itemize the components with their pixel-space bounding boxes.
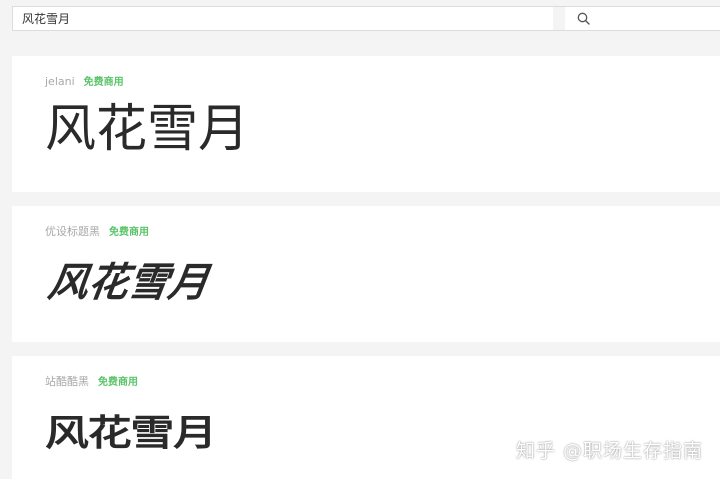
font-preview-text: 风花雪月 (45, 260, 212, 306)
font-preview-text: 风花雪月 (45, 413, 217, 454)
search-icon (577, 12, 590, 25)
font-name[interactable]: 优设标题黑 (45, 223, 100, 239)
font-result-card[interactable]: jelani 免费商用 风花雪月 (12, 56, 720, 192)
search-bar (12, 6, 720, 31)
font-meta: 优设标题黑 免费商用 (45, 223, 149, 239)
search-divider (553, 7, 565, 30)
font-meta: 站酷酷黑 免费商用 (45, 373, 138, 389)
font-name[interactable]: jelani (45, 75, 75, 88)
license-badge: 免费商用 (98, 377, 138, 388)
license-badge: 免费商用 (109, 227, 149, 238)
license-badge: 免费商用 (83, 77, 124, 88)
font-preview-text: 风花雪月 (45, 100, 250, 159)
watermark: 知乎 @职场生存指南 (515, 440, 703, 462)
font-name[interactable]: 站酷酷黑 (45, 373, 89, 389)
font-meta: jelani 免费商用 (45, 73, 124, 88)
font-result-card[interactable]: 优设标题黑 免费商用 风花雪月 (12, 206, 720, 342)
search-input[interactable] (13, 7, 553, 30)
search-button[interactable] (565, 7, 601, 30)
